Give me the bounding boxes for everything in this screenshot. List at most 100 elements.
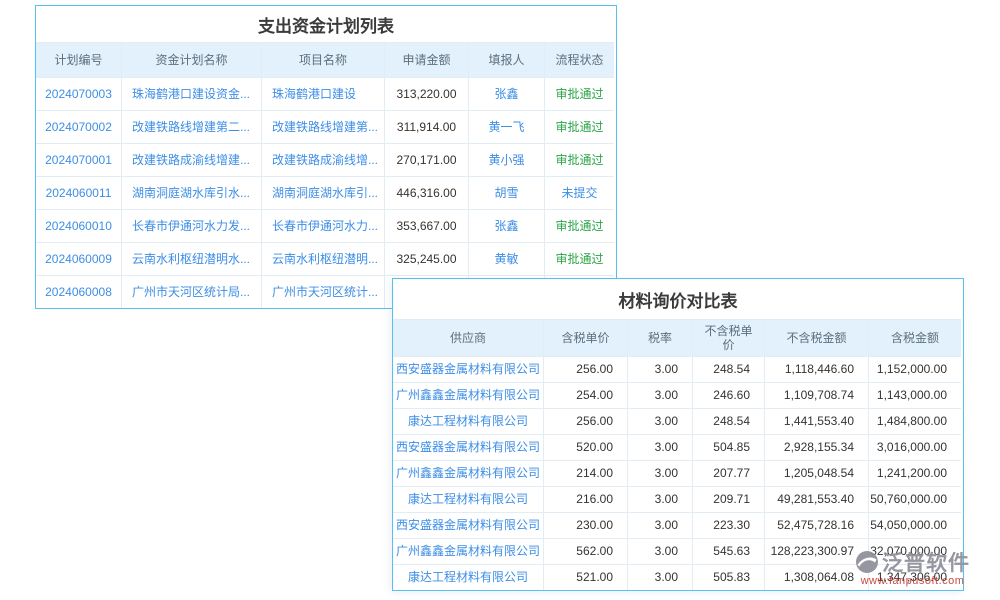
supplier-name-link[interactable]: 康达工程材料有限公司 [393,564,543,590]
project-name-link[interactable]: 珠海鹤港口建设 [261,77,384,110]
table-row: 广州鑫鑫金属材料有限公司562.003.00545.63128,223,300.… [393,538,963,564]
table-row: 广州鑫鑫金属材料有限公司254.003.00246.601,109,708.74… [393,382,963,408]
request-amount: 313,220.00 [384,77,468,110]
supplier-name-link[interactable]: 西安盛器金属材料有限公司 [393,434,543,460]
reporter-name-link[interactable]: 胡雪 [468,176,544,209]
fund-plan-table-title: 支出资金计划列表 [36,6,616,42]
request-amount: 353,667.00 [384,209,468,242]
supplier-name-link[interactable]: 康达工程材料有限公司 [393,486,543,512]
status-text[interactable]: 审批通过 [544,77,614,110]
tax-excl-unit-price: 223.30 [692,512,764,538]
tax-incl-amount: 50,760,000.00 [868,486,961,512]
tax-incl-amount: 1,152,000.00 [868,356,961,382]
project-name-link[interactable]: 云南水利枢纽潜明... [261,242,384,275]
status-text[interactable]: 审批通过 [544,143,614,176]
fund-plan-name-link[interactable]: 改建铁路成渝线增建... [121,143,261,176]
fund-plan-name-link[interactable]: 改建铁路线增建第二... [121,110,261,143]
table-row: 康达工程材料有限公司256.003.00248.541,441,553.401,… [393,408,963,434]
project-name-link[interactable]: 湖南洞庭湖水库引... [261,176,384,209]
reporter-name-link[interactable]: 张鑫 [468,77,544,110]
fund-plan-name-link[interactable]: 珠海鹤港口建设资金... [121,77,261,110]
supplier-name-link[interactable]: 广州鑫鑫金属材料有限公司 [393,460,543,486]
column-header: 流程状态 [544,42,614,77]
tax-excl-amount: 1,118,446.60 [764,356,868,382]
column-header: 计划编号 [36,42,121,77]
fund-plan-name-link[interactable]: 广州市天河区统计局... [121,275,261,308]
status-text[interactable]: 审批通过 [544,209,614,242]
material-inquiry-table-title: 材料询价对比表 [393,279,963,319]
column-header: 项目名称 [261,42,384,77]
request-amount: 325,245.00 [384,242,468,275]
tax-excl-amount: 128,223,300.97 [764,538,868,564]
column-header: 填报人 [468,42,544,77]
tax-incl-amount: 1,241,200.00 [868,460,961,486]
tax-incl-unit-price: 214.00 [543,460,627,486]
tax-excl-amount: 1,205,048.54 [764,460,868,486]
tax-excl-amount: 49,281,553.40 [764,486,868,512]
table-row: 2024070001改建铁路成渝线增建...改建铁路成渝线增...270,171… [36,143,616,176]
tax-incl-amount: 1,347,306.00 [868,564,961,590]
tax-excl-amount: 1,308,064.08 [764,564,868,590]
column-header: 含税单价 [543,319,627,356]
tax-rate: 3.00 [627,356,692,382]
tax-incl-unit-price: 256.00 [543,408,627,434]
tax-rate: 3.00 [627,460,692,486]
tax-excl-unit-price: 209.71 [692,486,764,512]
tax-incl-unit-price: 562.00 [543,538,627,564]
status-text[interactable]: 审批通过 [544,110,614,143]
supplier-name-link[interactable]: 广州鑫鑫金属材料有限公司 [393,538,543,564]
fund-plan-table: 支出资金计划列表 计划编号资金计划名称项目名称申请金额填报人流程状态 20240… [35,5,617,309]
tax-excl-unit-price: 248.54 [692,408,764,434]
request-amount: 311,914.00 [384,110,468,143]
tax-incl-unit-price: 230.00 [543,512,627,538]
plan-id-link[interactable]: 2024060008 [36,275,121,308]
status-text[interactable]: 审批通过 [544,242,614,275]
supplier-name-link[interactable]: 广州鑫鑫金属材料有限公司 [393,382,543,408]
table-row: 西安盛器金属材料有限公司256.003.00248.541,118,446.60… [393,356,963,382]
supplier-name-link[interactable]: 西安盛器金属材料有限公司 [393,512,543,538]
tax-incl-unit-price: 254.00 [543,382,627,408]
tax-excl-amount: 52,475,728.16 [764,512,868,538]
plan-id-link[interactable]: 2024060010 [36,209,121,242]
table-row: 2024070003珠海鹤港口建设资金...珠海鹤港口建设313,220.00张… [36,77,616,110]
tax-incl-unit-price: 521.00 [543,564,627,590]
table-row: 西安盛器金属材料有限公司230.003.00223.3052,475,728.1… [393,512,963,538]
table-row: 2024070002改建铁路线增建第二...改建铁路线增建第...311,914… [36,110,616,143]
project-name-link[interactable]: 改建铁路成渝线增... [261,143,384,176]
tax-excl-unit-price: 545.63 [692,538,764,564]
fund-plan-name-link[interactable]: 湖南洞庭湖水库引水... [121,176,261,209]
tax-incl-unit-price: 256.00 [543,356,627,382]
table-row: 2024060011湖南洞庭湖水库引水...湖南洞庭湖水库引...446,316… [36,176,616,209]
supplier-name-link[interactable]: 康达工程材料有限公司 [393,408,543,434]
tax-incl-amount: 132,070,000.00 [868,538,961,564]
tax-excl-amount: 1,109,708.74 [764,382,868,408]
tax-incl-amount: 54,050,000.00 [868,512,961,538]
tax-rate: 3.00 [627,408,692,434]
table-row: 2024060010长春市伊通河水力发...长春市伊通河水力...353,667… [36,209,616,242]
project-name-link[interactable]: 长春市伊通河水力... [261,209,384,242]
column-header: 不含税金额 [764,319,868,356]
tax-rate: 3.00 [627,564,692,590]
reporter-name-link[interactable]: 黄小强 [468,143,544,176]
tax-incl-amount: 1,484,800.00 [868,408,961,434]
column-header: 税率 [627,319,692,356]
table-row: 康达工程材料有限公司216.003.00209.7149,281,553.405… [393,486,963,512]
plan-id-link[interactable]: 2024060011 [36,176,121,209]
reporter-name-link[interactable]: 黄一飞 [468,110,544,143]
tax-excl-unit-price: 504.85 [692,434,764,460]
project-name-link[interactable]: 广州市天河区统计... [261,275,384,308]
plan-id-link[interactable]: 2024070002 [36,110,121,143]
tax-excl-unit-price: 505.83 [692,564,764,590]
tax-incl-amount: 3,016,000.00 [868,434,961,460]
status-text[interactable]: 未提交 [544,176,614,209]
fund-plan-name-link[interactable]: 云南水利枢纽潜明水... [121,242,261,275]
fund-plan-name-link[interactable]: 长春市伊通河水力发... [121,209,261,242]
column-header: 供应商 [393,319,543,356]
project-name-link[interactable]: 改建铁路线增建第... [261,110,384,143]
reporter-name-link[interactable]: 张鑫 [468,209,544,242]
plan-id-link[interactable]: 2024070003 [36,77,121,110]
plan-id-link[interactable]: 2024070001 [36,143,121,176]
supplier-name-link[interactable]: 西安盛器金属材料有限公司 [393,356,543,382]
plan-id-link[interactable]: 2024060009 [36,242,121,275]
reporter-name-link[interactable]: 黄敏 [468,242,544,275]
